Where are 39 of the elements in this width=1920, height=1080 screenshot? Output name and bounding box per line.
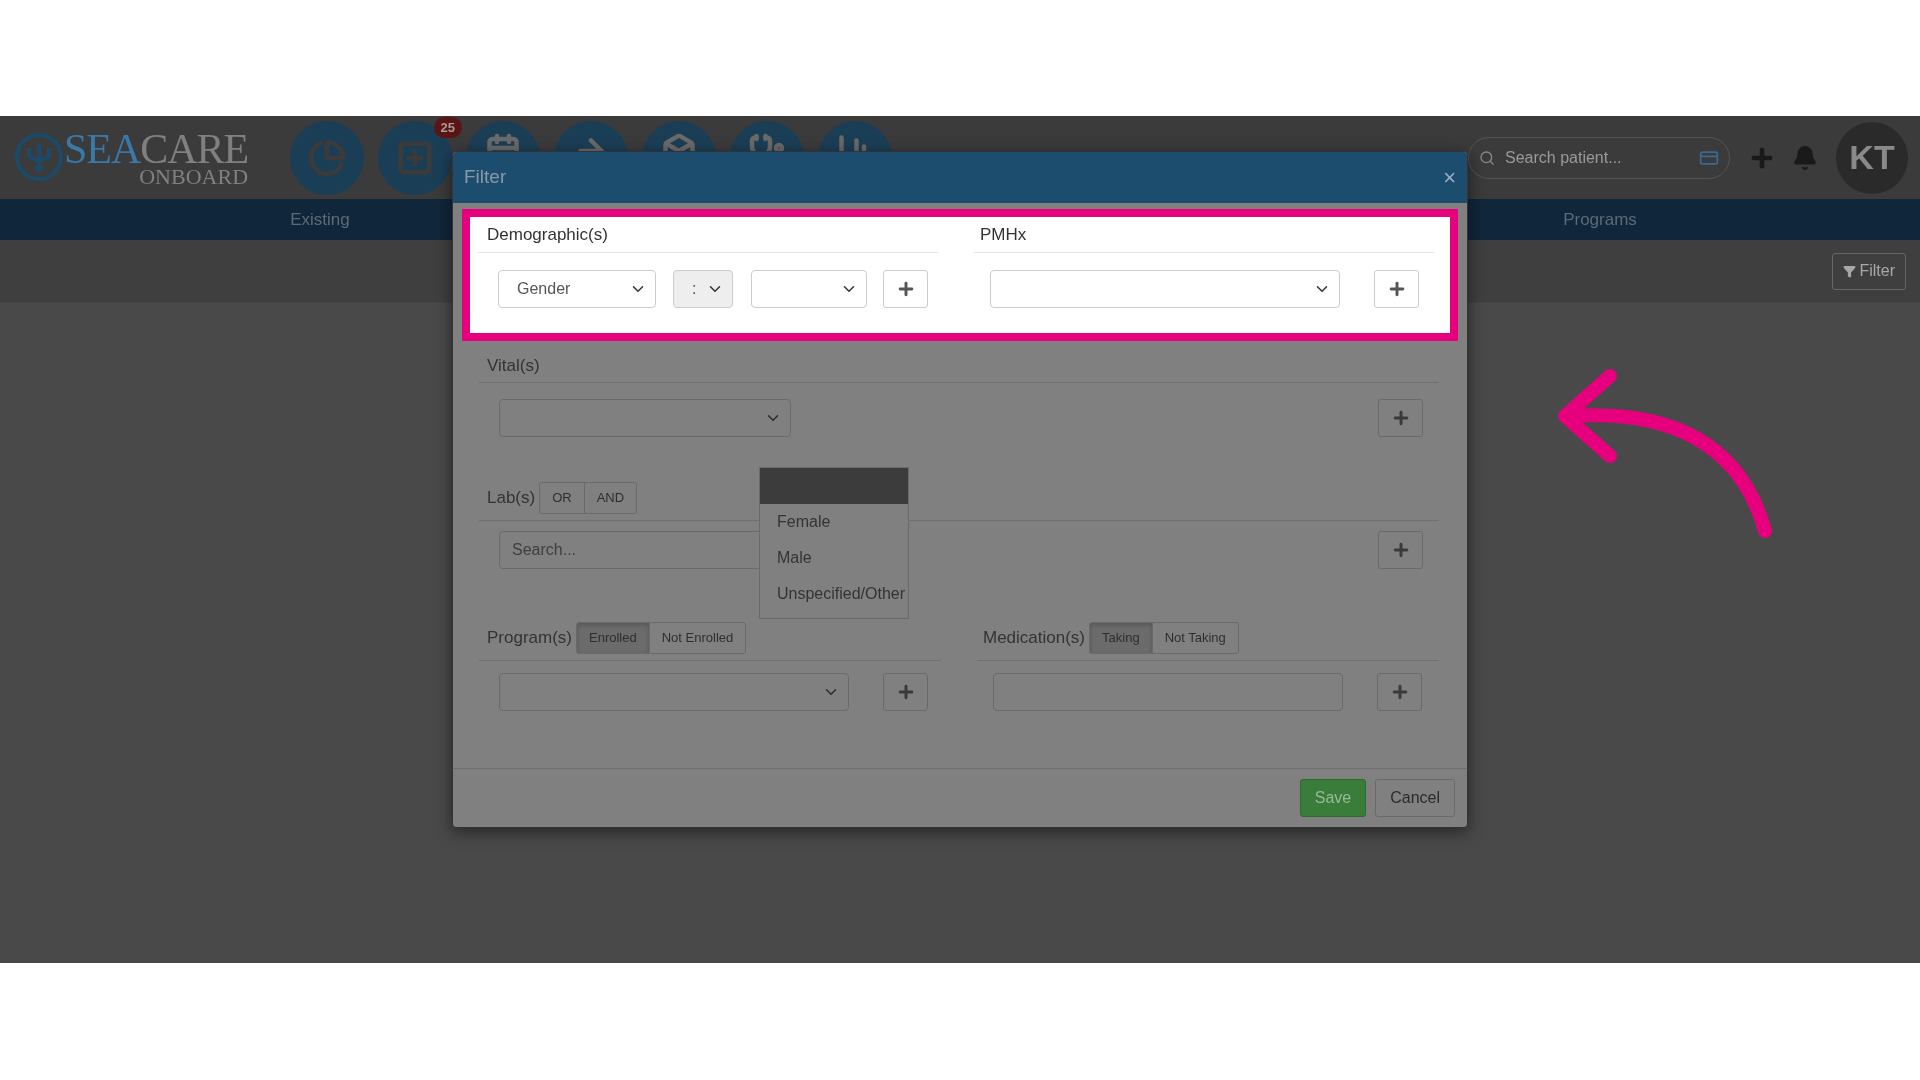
dropdown-option[interactable]: Unspecified/Other [760, 576, 908, 612]
add-button[interactable] [1377, 673, 1422, 711]
pmhx-select[interactable] [990, 270, 1340, 308]
toggle-button[interactable]: Not Enrolled [648, 622, 747, 654]
trident-logo-icon [14, 131, 64, 182]
save-button[interactable]: Save [1299, 779, 1367, 817]
close-button[interactable]: × [1443, 166, 1456, 189]
highlighted-option[interactable] [760, 468, 908, 504]
section-label: Program(s) [487, 627, 572, 650]
section-label: Lab(s) [487, 487, 536, 510]
pie-chart-icon [308, 138, 346, 177]
field-select[interactable]: Gender [498, 270, 656, 308]
section-label: Medication(s) [983, 627, 1086, 650]
vitals-select[interactable] [499, 399, 791, 437]
user-avatar[interactable]: KT [1836, 121, 1908, 194]
toggle-button[interactable]: Not Taking [1151, 622, 1239, 654]
notification-badge: 25 [433, 116, 462, 138]
search-icon [1479, 149, 1495, 166]
add-button[interactable] [1378, 531, 1423, 569]
toggle-button[interactable]: Taking [1089, 622, 1153, 654]
section-label: Demographic(s) [487, 223, 608, 246]
toggle-button[interactable]: AND [583, 482, 638, 514]
toggle-button[interactable]: OR [539, 482, 585, 514]
add-button[interactable] [1378, 399, 1423, 437]
section-label: Vital(s) [487, 354, 540, 377]
cancel-button[interactable]: Cancel [1375, 779, 1455, 817]
operator-select[interactable]: : [673, 270, 733, 308]
notification-bell-icon[interactable] [1792, 144, 1818, 171]
add-button[interactable] [883, 673, 928, 711]
dialog-title: Filter [464, 165, 507, 190]
patient-search-field[interactable]: Search patient... [1505, 145, 1689, 170]
section-label: PMHx [980, 223, 1027, 246]
plus-square-icon [396, 138, 434, 177]
filter-button[interactable]: Filter [1832, 252, 1906, 290]
curved-arrow-icon [1558, 369, 1774, 541]
value-select[interactable] [751, 270, 867, 308]
filter-icon [1843, 264, 1857, 278]
toggle-button[interactable]: Enrolled [576, 622, 650, 654]
program-select[interactable] [499, 673, 849, 711]
